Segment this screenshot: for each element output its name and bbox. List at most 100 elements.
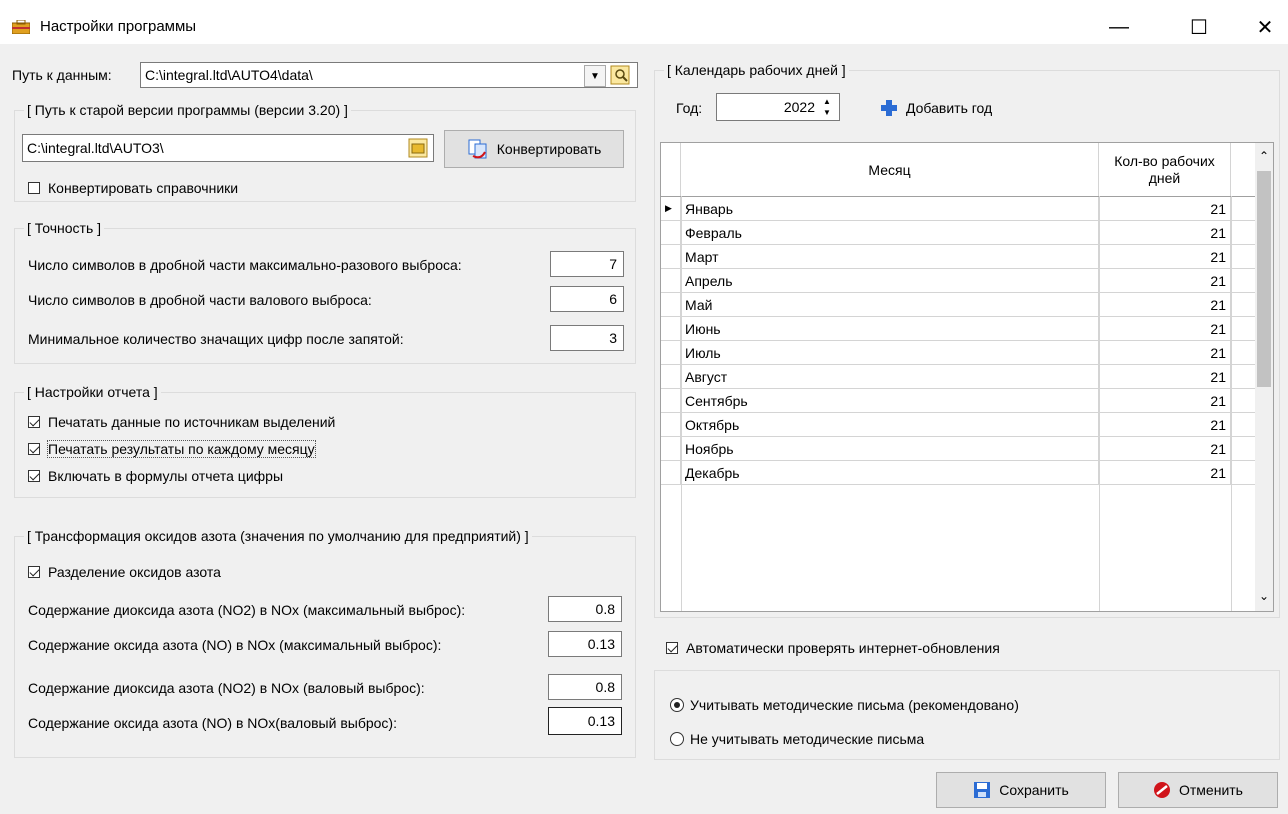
spin-arrows-icon[interactable]: ▲ ▼ bbox=[820, 96, 834, 118]
data-path-combo[interactable]: C:\integral.ltd\AUTO4\data\ bbox=[140, 62, 638, 88]
row-header[interactable] bbox=[661, 461, 681, 484]
table-row[interactable]: Ноябрь 21 bbox=[661, 437, 1273, 461]
report-label-3: Включать в формулы отчета цифры bbox=[48, 468, 284, 484]
minimize-button[interactable]: — bbox=[1096, 10, 1142, 44]
month-cell[interactable]: Февраль bbox=[681, 221, 1099, 244]
convert-icon bbox=[468, 139, 487, 159]
table-row[interactable]: Июнь 21 bbox=[661, 317, 1273, 341]
nox-label-4: Содержание оксида азота (NO) в NOx(валов… bbox=[28, 715, 397, 731]
table-row[interactable]: Февраль 21 bbox=[661, 221, 1273, 245]
report-checkbox-2[interactable]: Печатать результаты по каждому месяцу bbox=[28, 440, 316, 458]
days-cell[interactable]: 21 bbox=[1099, 437, 1231, 460]
row-header[interactable] bbox=[661, 317, 681, 340]
close-button[interactable]: ✕ bbox=[1242, 10, 1288, 44]
month-cell[interactable]: Ноябрь bbox=[681, 437, 1099, 460]
calendar-grid[interactable]: Месяц Кол-во рабочих дней ▶ Январь 21 Февра… bbox=[660, 142, 1274, 612]
month-cell[interactable]: Декабрь bbox=[681, 461, 1099, 484]
cancel-icon bbox=[1154, 782, 1170, 798]
precision-input-2[interactable]: 6 bbox=[550, 286, 624, 312]
precision-label-1: Число символов в дробной части максималь… bbox=[28, 257, 462, 273]
row-header[interactable] bbox=[661, 341, 681, 364]
row-header[interactable] bbox=[661, 437, 681, 460]
table-row[interactable]: Май 21 bbox=[661, 293, 1273, 317]
table-row[interactable]: Сентябрь 21 bbox=[661, 389, 1273, 413]
letters-option-2-label: Не учитывать методические письма bbox=[690, 731, 925, 747]
title-bar: Настройки программы — ☐ ✕ bbox=[0, 0, 1288, 44]
days-cell[interactable]: 21 bbox=[1099, 413, 1231, 436]
chevron-down-icon[interactable]: ⌄ bbox=[1255, 589, 1273, 603]
convert-refs-label: Конвертировать справочники bbox=[48, 180, 239, 196]
checkbox-icon bbox=[28, 470, 40, 482]
convert-button[interactable]: Конвертировать bbox=[444, 130, 624, 168]
days-cell[interactable]: 21 bbox=[1099, 389, 1231, 412]
table-row[interactable]: Апрель 21 bbox=[661, 269, 1273, 293]
nox-legend: [ Трансформация оксидов азота (значения … bbox=[24, 528, 532, 544]
precision-legend: [ Точность ] bbox=[24, 220, 105, 236]
row-header[interactable] bbox=[661, 245, 681, 268]
table-row[interactable]: ▶ Январь 21 bbox=[661, 197, 1273, 221]
month-cell[interactable]: Март bbox=[681, 245, 1099, 268]
days-cell[interactable]: 21 bbox=[1099, 197, 1231, 220]
current-row-arrow-icon[interactable]: ▶ bbox=[661, 197, 681, 220]
auto-update-checkbox[interactable]: Автоматически проверять интернет-обновле… bbox=[666, 640, 1000, 656]
cancel-button-label: Отменить bbox=[1179, 782, 1243, 798]
chevron-up-icon[interactable]: ⌃ bbox=[1255, 149, 1273, 163]
row-header[interactable] bbox=[661, 413, 681, 436]
cancel-button[interactable]: Отменить bbox=[1118, 772, 1278, 808]
row-header[interactable] bbox=[661, 293, 681, 316]
month-cell[interactable]: Октябрь bbox=[681, 413, 1099, 436]
month-cell[interactable]: Апрель bbox=[681, 269, 1099, 292]
month-cell[interactable]: Сентябрь bbox=[681, 389, 1099, 412]
table-row[interactable]: Июль 21 bbox=[661, 341, 1273, 365]
precision-input-1[interactable]: 7 bbox=[550, 251, 624, 277]
precision-input-3[interactable]: 3 bbox=[550, 325, 624, 351]
days-cell[interactable]: 21 bbox=[1099, 293, 1231, 316]
table-row[interactable]: Октябрь 21 bbox=[661, 413, 1273, 437]
month-cell[interactable]: Январь bbox=[681, 197, 1099, 220]
browse-folder-icon[interactable] bbox=[610, 65, 630, 85]
row-header[interactable] bbox=[661, 269, 681, 292]
table-row[interactable]: Август 21 bbox=[661, 365, 1273, 389]
col-header-days[interactable]: Кол-во рабочих дней bbox=[1099, 143, 1231, 196]
old-version-path-input[interactable]: C:\integral.ltd\AUTO3\ bbox=[22, 134, 434, 162]
col-header-month[interactable]: Месяц bbox=[681, 143, 1099, 196]
report-checkbox-3[interactable]: Включать в формулы отчета цифры bbox=[28, 468, 283, 484]
chevron-down-icon[interactable]: ▼ bbox=[584, 65, 606, 87]
maximize-button[interactable]: ☐ bbox=[1176, 10, 1222, 44]
save-button[interactable]: Сохранить bbox=[936, 772, 1106, 808]
grid-column-line bbox=[681, 196, 682, 611]
days-cell[interactable]: 21 bbox=[1099, 317, 1231, 340]
nox-split-checkbox[interactable]: Разделение оксидов азота bbox=[28, 564, 221, 580]
browse-folder-icon[interactable] bbox=[408, 138, 428, 158]
table-row[interactable]: Март 21 bbox=[661, 245, 1273, 269]
letters-option-2[interactable]: Не учитывать методические письма bbox=[670, 731, 924, 747]
add-year-button[interactable]: Добавить год bbox=[880, 99, 992, 117]
table-row[interactable]: Декабрь 21 bbox=[661, 461, 1273, 485]
nox-input-4[interactable]: 0.13 bbox=[548, 707, 622, 735]
report-label-2: Печатать результаты по каждому месяцу bbox=[47, 440, 316, 458]
nox-input-1[interactable]: 0.8 bbox=[548, 596, 622, 622]
month-cell[interactable]: Август bbox=[681, 365, 1099, 388]
row-header[interactable] bbox=[661, 221, 681, 244]
row-header[interactable] bbox=[661, 365, 681, 388]
days-cell[interactable]: 21 bbox=[1099, 341, 1231, 364]
vertical-scrollbar[interactable]: ⌃ ⌄ bbox=[1255, 143, 1273, 611]
auto-update-label: Автоматически проверять интернет-обновле… bbox=[686, 640, 1000, 656]
days-cell[interactable]: 21 bbox=[1099, 221, 1231, 244]
row-header[interactable] bbox=[661, 389, 681, 412]
month-cell[interactable]: Июль bbox=[681, 341, 1099, 364]
days-cell[interactable]: 21 bbox=[1099, 461, 1231, 484]
days-cell[interactable]: 21 bbox=[1099, 245, 1231, 268]
letters-option-1[interactable]: Учитывать методические письма (рекомендо… bbox=[670, 697, 1019, 713]
grid-column-line bbox=[1231, 196, 1232, 611]
days-cell[interactable]: 21 bbox=[1099, 365, 1231, 388]
convert-refs-checkbox[interactable]: Конвертировать справочники bbox=[28, 180, 238, 196]
month-cell[interactable]: Июнь bbox=[681, 317, 1099, 340]
nox-input-2[interactable]: 0.13 bbox=[548, 631, 622, 657]
month-cell[interactable]: Май bbox=[681, 293, 1099, 316]
report-checkbox-1[interactable]: Печатать данные по источникам выделений bbox=[28, 414, 335, 430]
scrollbar-thumb[interactable] bbox=[1257, 171, 1271, 387]
report-label-1: Печатать данные по источникам выделений bbox=[48, 414, 336, 430]
days-cell[interactable]: 21 bbox=[1099, 269, 1231, 292]
nox-input-3[interactable]: 0.8 bbox=[548, 674, 622, 700]
